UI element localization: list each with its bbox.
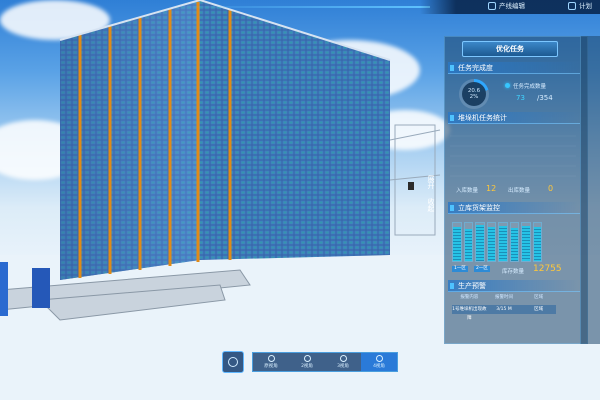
plan-button[interactable]: 计划 [568, 0, 592, 12]
shelf-bar-fill [487, 226, 495, 261]
view-icon [267, 355, 275, 362]
home-view-button[interactable] [222, 351, 244, 373]
section-shelf-monitor: 立库货架监控 [448, 202, 580, 214]
shelf-bar-fill [499, 226, 507, 261]
shelf-bar-fill [510, 227, 518, 261]
section-task-completion: 任务完成度 [448, 62, 580, 74]
shelf-bar-8 [532, 222, 542, 262]
view-button-4[interactable]: 4视角 [361, 353, 397, 371]
view-button-3[interactable]: 3视角 [325, 353, 361, 371]
stock-label: 库存数量 [502, 269, 525, 275]
view-label-1: 原视角 [264, 364, 278, 369]
expand-label: 展开 [427, 175, 435, 189]
panel-title: 优化任务 [462, 41, 558, 57]
view-icon [339, 355, 347, 362]
view-label-3: 3视角 [337, 364, 349, 369]
inbound-label: 入库数量 [456, 188, 479, 194]
view-icon [375, 355, 383, 362]
shelf-bar-fill [453, 226, 461, 261]
shelf-level-bars [452, 222, 542, 262]
completion-percent-2: 2% [469, 94, 479, 100]
task-count-label: 任务完成数量 [513, 84, 547, 90]
plan-icon [568, 2, 576, 10]
alert-cell-content: 1号堆垛机出现故障 [452, 307, 487, 321]
alert-col-area: 区域 [534, 295, 544, 300]
line-edit-label: 产线编辑 [499, 2, 525, 10]
stock-value: 12755 [533, 264, 562, 274]
outbound-label: 出库数量 [508, 188, 531, 194]
view-switcher: 原视角 2视角 3视角 4视角 [252, 352, 398, 372]
outbound-value: 0 [548, 184, 554, 193]
shelf-bar-6 [509, 222, 519, 262]
view-button-2[interactable]: 2视角 [289, 353, 325, 371]
alert-table-row[interactable]: 1号堆垛机出现故障 3/15 M 区域 [452, 305, 556, 321]
section-stacker-stats: 堆垛机任务统计 [448, 112, 580, 124]
alert-col-time: 报警时间 [495, 295, 513, 300]
shelf-bar-7 [521, 222, 531, 262]
alert-table-header: 报警内容 报警时间 区域 [452, 294, 556, 302]
line-edit-button[interactable]: 产线编辑 [488, 0, 525, 12]
zone-tag-2[interactable]: 2一区 [474, 266, 490, 272]
view-toolbar: 原视角 2视角 3视角 4视角 [222, 350, 408, 374]
secondary-panel-edge [580, 36, 600, 344]
shelf-bar-5 [498, 222, 508, 262]
collapse-toggle[interactable]: 收起 [424, 198, 438, 228]
zone-tag-1[interactable]: 1一区 [452, 266, 468, 272]
top-toolbar: 产线编辑 计划 [420, 0, 600, 14]
shelf-bar-fill [476, 224, 484, 261]
shelf-bar-fill [533, 226, 541, 261]
stacker-chart [450, 135, 576, 177]
edit-icon [488, 2, 496, 10]
shelf-bar-fill [522, 225, 530, 261]
task-total-value: /354 [537, 94, 553, 102]
alert-cell-time: 3/15 M [496, 307, 512, 312]
inbound-value: 12 [486, 184, 497, 193]
alert-col-content: 报警内容 [460, 295, 479, 300]
view-icon [303, 355, 311, 362]
shelf-bar-2 [463, 222, 473, 262]
status-dot-icon [505, 83, 510, 88]
shelf-bar-3 [475, 222, 485, 262]
completion-ring: 20.6 2% [459, 79, 489, 109]
plan-label: 计划 [579, 2, 592, 10]
top-decor-line [180, 6, 430, 8]
view-button-1[interactable]: 原视角 [253, 353, 289, 371]
view-label-4: 4视角 [373, 364, 385, 369]
view-label-2: 2视角 [301, 364, 313, 369]
collapse-label: 收起 [427, 198, 435, 212]
shelf-bar-1 [452, 222, 462, 262]
task-completed-value: 73 [516, 94, 525, 102]
alert-cell-area: 区域 [534, 307, 544, 312]
shelf-bar-fill [464, 228, 472, 261]
shelf-bar-4 [486, 222, 496, 262]
home-icon [228, 357, 238, 367]
section-production-alert: 生产预警 [448, 280, 580, 292]
